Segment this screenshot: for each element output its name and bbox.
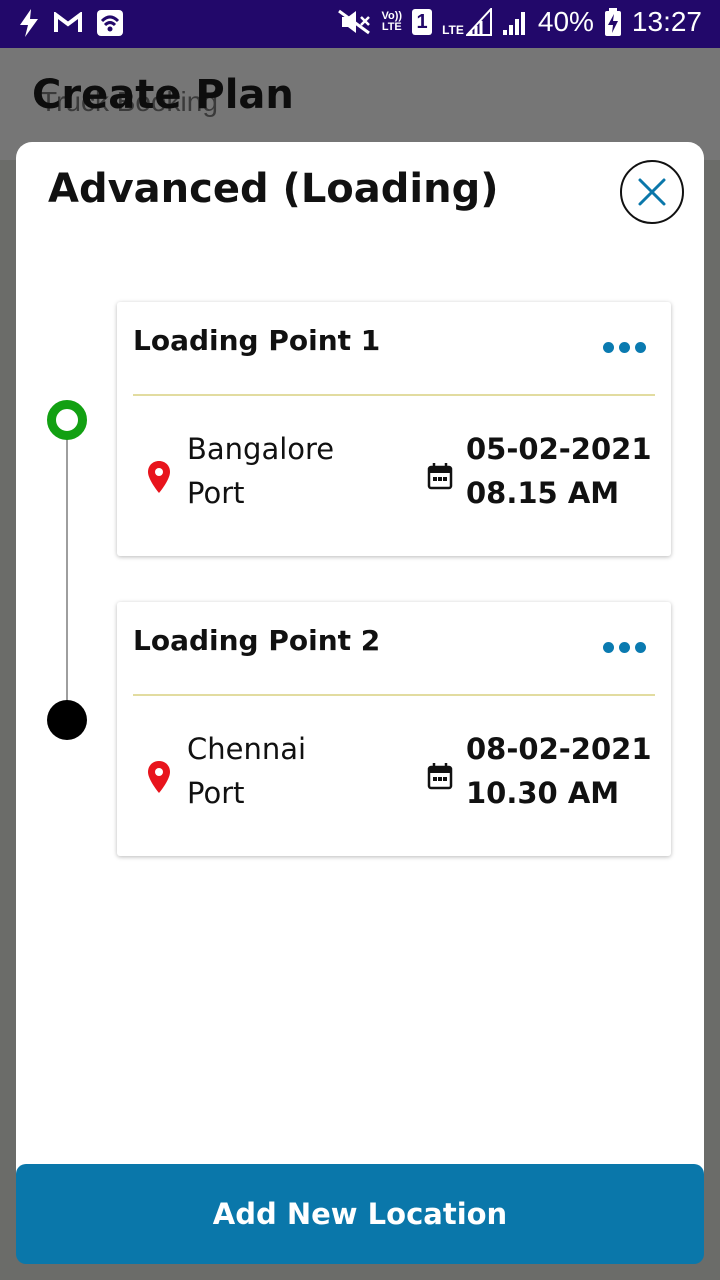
- lte-signal: LTE: [442, 8, 492, 36]
- location-name-line2: Port: [187, 476, 245, 510]
- notification-icons: [18, 8, 124, 38]
- location-name-line1: Chennai: [187, 732, 307, 766]
- more-dot: [619, 342, 630, 353]
- calendar-icon: [427, 763, 453, 790]
- status-bar: Vo)) LTE 1 LTE 40% 13:27: [0, 0, 720, 48]
- location-pin-icon: [148, 761, 170, 793]
- mute-icon: [337, 9, 370, 35]
- more-dot: [635, 342, 646, 353]
- more-dot: [603, 342, 614, 353]
- more-dot: [635, 642, 646, 653]
- add-new-location-button[interactable]: Add New Location: [16, 1164, 704, 1264]
- location-name-line2: Port: [187, 776, 245, 810]
- loading-point-title: Loading Point 1: [133, 324, 381, 357]
- loading-point-title: Loading Point 2: [133, 624, 381, 657]
- volte-indicator: Vo)) LTE: [382, 11, 403, 33]
- background-page-title: Create Plan: [32, 72, 294, 118]
- more-options-button[interactable]: [603, 342, 647, 356]
- loading-time: 08.15 AM: [466, 476, 620, 510]
- battery-percent: 40%: [537, 6, 594, 37]
- volte-bottom-label: LTE: [381, 21, 402, 33]
- sim-indicator: 1: [412, 9, 433, 35]
- card-divider: [133, 694, 655, 696]
- loading-point-card[interactable]: Loading Point 1 Bangalore Port 05-02-202…: [117, 302, 671, 556]
- location-pin-icon: [148, 461, 170, 493]
- signal-icon: [502, 12, 525, 35]
- advanced-loading-sheet: Advanced (Loading) Loading Point 1 Banga…: [16, 142, 704, 1264]
- wifi-icon: [97, 10, 123, 36]
- calendar-icon: [427, 463, 453, 490]
- flash-icon: [20, 9, 38, 37]
- loading-time: 10.30 AM: [466, 776, 620, 810]
- loading-date: 08-02-2021: [466, 732, 652, 766]
- system-status: Vo)) LTE 1 LTE 40% 13:27: [336, 6, 702, 38]
- timeline-line: [66, 422, 68, 718]
- timeline-start-marker: [47, 400, 87, 440]
- gmail-icon: [54, 12, 82, 32]
- more-options-button[interactable]: [603, 642, 647, 656]
- battery-charging-icon: [604, 8, 621, 36]
- loading-date: 05-02-2021: [466, 432, 652, 466]
- timeline-end-marker: [47, 700, 87, 740]
- close-button[interactable]: [620, 160, 684, 224]
- location-name-line1: Bangalore: [187, 432, 335, 466]
- card-divider: [133, 394, 655, 396]
- clock: 13:27: [631, 6, 702, 37]
- more-dot: [603, 642, 614, 653]
- lte-label: LTE: [442, 23, 464, 37]
- close-icon: [638, 178, 666, 206]
- more-dot: [619, 642, 630, 653]
- signal-icon: [465, 8, 492, 36]
- loading-point-card[interactable]: Loading Point 2 Chennai Port 08-02-2021 …: [117, 602, 671, 856]
- sheet-title: Advanced (Loading): [48, 166, 499, 212]
